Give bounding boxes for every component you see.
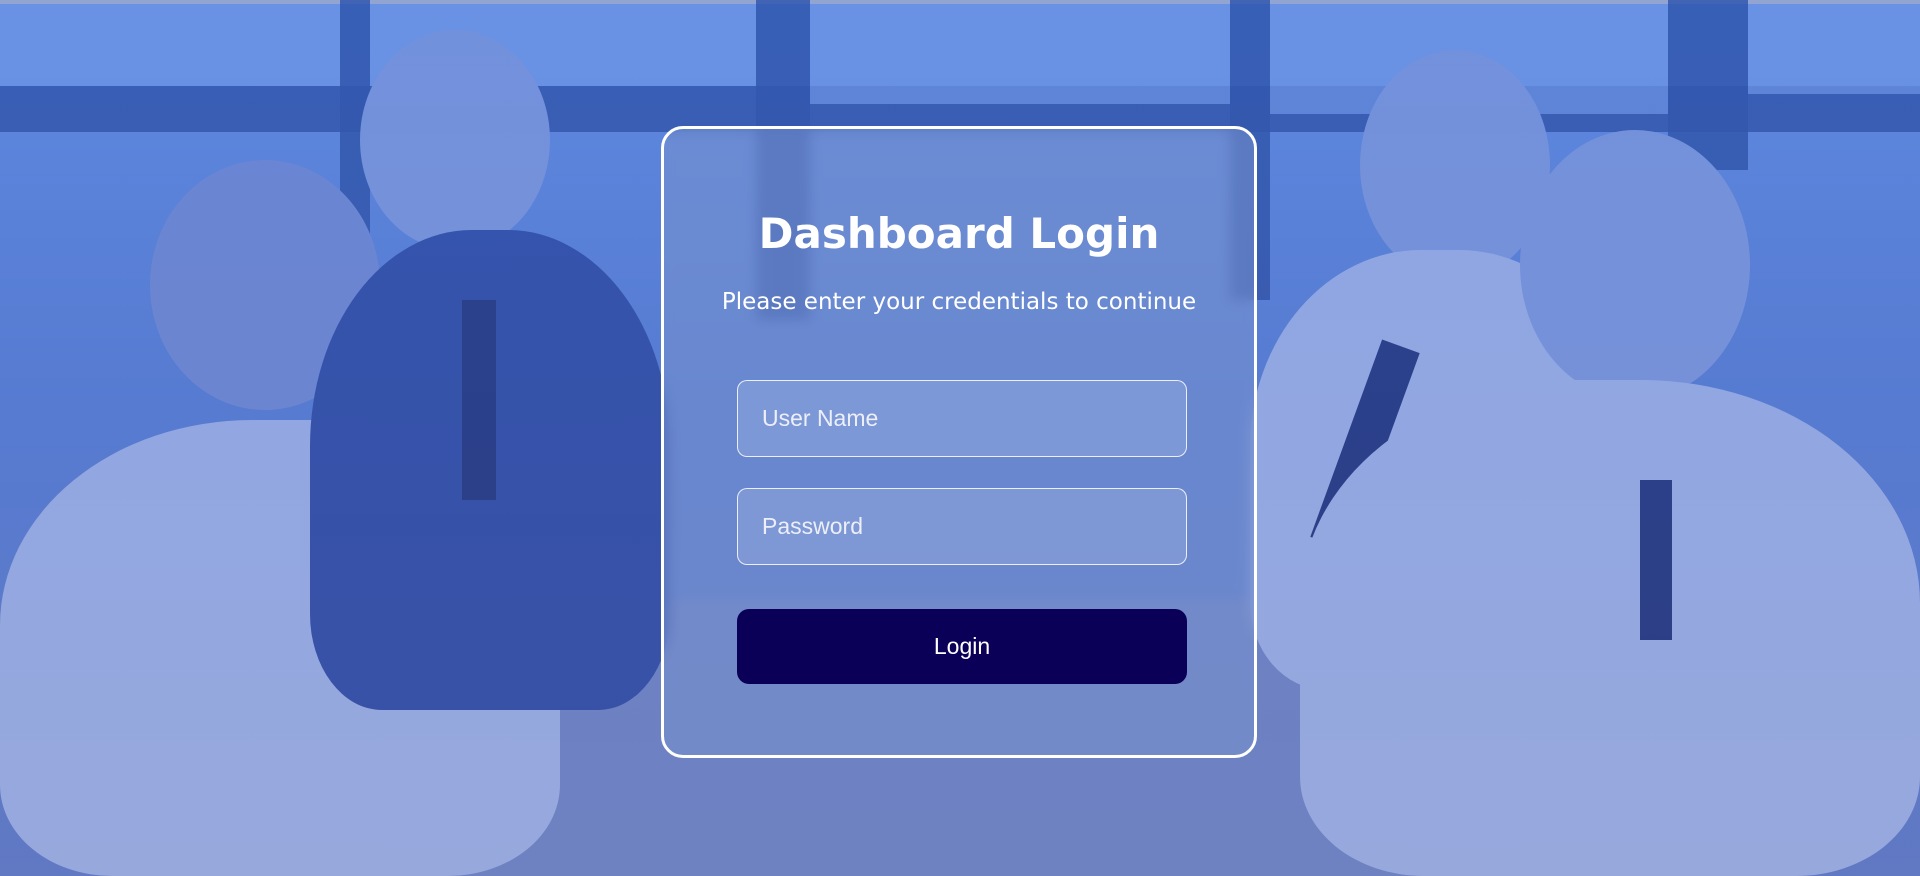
password-input[interactable] xyxy=(737,488,1187,565)
login-page: Dashboard Login Please enter your creden… xyxy=(0,0,1920,876)
login-button[interactable]: Login xyxy=(737,609,1187,684)
login-card: Dashboard Login Please enter your creden… xyxy=(661,126,1257,758)
login-subtitle: Please enter your credentials to continu… xyxy=(721,289,1197,315)
login-title: Dashboard Login xyxy=(758,209,1160,258)
username-input[interactable] xyxy=(737,380,1187,457)
